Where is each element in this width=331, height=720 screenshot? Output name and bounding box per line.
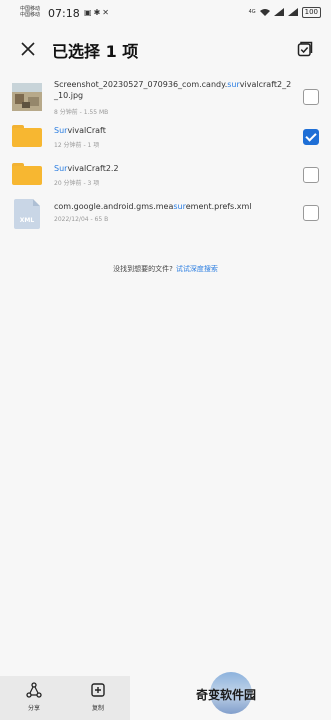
file-meta: 12 分钟前 - 1 项 xyxy=(54,142,100,149)
select-all-button[interactable] xyxy=(293,38,317,60)
close-icon xyxy=(21,42,35,56)
mute-icon: ✕ xyxy=(102,8,111,17)
not-found-hint: 没找到想要的文件? 试试深度搜索 xyxy=(0,264,331,274)
file-meta: 8 分钟前 - 1.55 MB xyxy=(54,109,109,116)
selection-toolbar: 已选择 1 项 xyxy=(0,33,331,65)
copy-icon xyxy=(91,683,105,697)
battery-indicator: 100 xyxy=(301,7,321,18)
carrier-2: 中国移动 xyxy=(20,12,41,18)
signal-2-icon xyxy=(287,7,298,18)
file-checkbox[interactable] xyxy=(303,167,319,183)
file-row-survivalcraft22[interactable]: SurvivalCraft2.2 20 分钟前 - 3 项 xyxy=(0,157,331,195)
watermark-logo: 奇变软件园 xyxy=(190,668,290,718)
nfc-icon: ▣ xyxy=(84,8,94,17)
watermark-text: 奇变软件园 xyxy=(196,688,257,702)
file-name: SurvivalCraft xyxy=(54,126,106,135)
share-icon xyxy=(26,682,42,698)
file-checkbox[interactable] xyxy=(303,205,319,221)
folder-icon xyxy=(12,163,42,185)
notification-icons: ▣✱✕ xyxy=(84,8,111,17)
carrier-info: 中国移动 中国移动 xyxy=(20,6,40,18)
folder-icon xyxy=(12,125,42,147)
deep-search-link[interactable]: 试试深度搜索 xyxy=(176,265,218,273)
file-row-survivalcraft[interactable]: SurvivalCraft 12 分钟前 - 1 项 xyxy=(0,119,331,157)
share-label: 分享 xyxy=(27,705,40,712)
file-checkbox[interactable] xyxy=(303,129,319,145)
network-type: 4G xyxy=(248,9,256,15)
bluetooth-icon: ✱ xyxy=(93,8,103,17)
close-button[interactable] xyxy=(16,37,40,61)
file-row-prefs-xml[interactable]: XML com.google.android.gms.measurement.p… xyxy=(0,195,331,235)
wifi-icon xyxy=(259,8,270,18)
file-meta: 2022/12/04 - 65 B xyxy=(54,216,109,223)
file-list: Screenshot_20230527_070936_com.candy.sur… xyxy=(0,75,331,235)
bottom-action-bar: 分享 复制 xyxy=(0,676,130,720)
copy-button[interactable]: 复制 xyxy=(78,680,118,712)
xml-file-icon: XML xyxy=(14,199,40,229)
system-indicators: 4G 100 xyxy=(249,7,321,18)
not-found-text: 没找到想要的文件? xyxy=(113,265,173,273)
clock: 07:18 xyxy=(48,7,80,20)
file-name: Screenshot_20230527_070936_com.candy.sur… xyxy=(54,80,292,100)
status-bar: 中国移动 中国移动 07:18 ▣✱✕ 4G 100 xyxy=(0,0,331,30)
page-title: 已选择 1 项 xyxy=(52,42,139,61)
file-name: SurvivalCraft2.2 xyxy=(54,164,119,173)
file-meta: 20 分钟前 - 3 项 xyxy=(54,180,100,187)
select-all-icon xyxy=(297,41,313,57)
image-thumbnail xyxy=(12,83,42,111)
signal-icon xyxy=(273,7,284,18)
share-button[interactable]: 分享 xyxy=(14,680,54,712)
file-row-screenshot[interactable]: Screenshot_20230527_070936_com.candy.sur… xyxy=(0,75,331,119)
copy-label: 复制 xyxy=(91,705,104,712)
file-name: com.google.android.gms.measurement.prefs… xyxy=(54,202,252,211)
file-checkbox[interactable] xyxy=(303,89,319,105)
